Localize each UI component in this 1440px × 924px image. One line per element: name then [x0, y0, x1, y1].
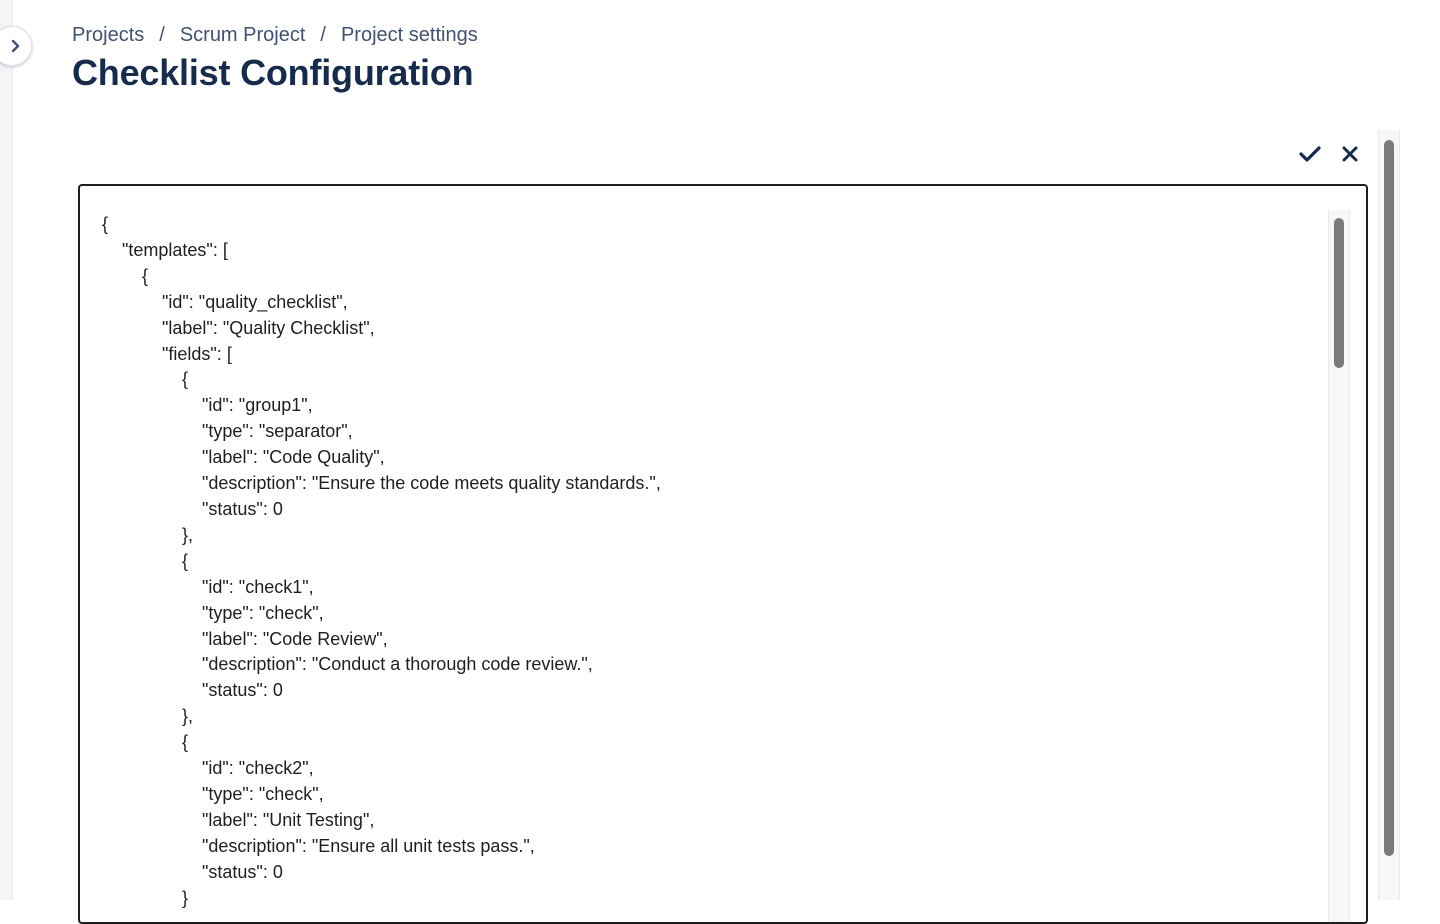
code-line: "description": "Ensure all unit tests pa… [102, 835, 535, 856]
code-line: "label": "Quality Checklist", [102, 317, 375, 338]
code-line: "fields": [ [102, 343, 232, 364]
code-line: "id": "group1", [102, 395, 313, 416]
editor-scrollbar-thumb[interactable] [1334, 218, 1344, 368]
code-line: "label": "Unit Testing", [102, 809, 375, 830]
breadcrumb-project-settings[interactable]: Project settings [341, 24, 478, 47]
code-line: "status": 0 [102, 861, 283, 882]
code-line: { [102, 732, 189, 753]
code-line: "status": 0 [102, 498, 283, 519]
code-line: "description": "Conduct a thorough code … [102, 654, 593, 675]
breadcrumb-separator: / [320, 23, 326, 46]
code-line: }, [102, 706, 194, 727]
page-scrollbar[interactable] [1378, 130, 1400, 900]
confirm-button[interactable] [1296, 140, 1324, 168]
breadcrumb-separator: / [159, 23, 165, 46]
code-line: "id": "check2", [102, 758, 314, 779]
breadcrumb-projects[interactable]: Projects [72, 24, 144, 47]
sidebar-rail [0, 0, 13, 900]
code-line: "label": "Code Quality", [102, 447, 385, 468]
breadcrumb-scrum-project[interactable]: Scrum Project [180, 24, 306, 47]
code-line: "label": "Code Review", [102, 628, 388, 649]
code-line: { [102, 265, 149, 286]
code-line: { [102, 550, 189, 571]
sidebar-expand-button[interactable] [0, 26, 32, 66]
code-line: { [102, 369, 189, 390]
cancel-button[interactable] [1336, 140, 1364, 168]
code-line: "templates": [ [102, 239, 228, 260]
page-title: Checklist Configuration [72, 52, 474, 93]
editor-actions [1296, 140, 1364, 168]
code-line: "type": "separator", [102, 421, 353, 442]
breadcrumb: Projects / Scrum Project / Project setti… [72, 20, 478, 50]
json-code-content[interactable]: { "templates": [ { "id": "quality_checkl… [102, 212, 661, 911]
editor-scrollbar[interactable] [1328, 210, 1350, 922]
code-line: } [102, 887, 189, 908]
check-icon [1299, 146, 1321, 162]
close-icon [1342, 146, 1358, 162]
code-line: }, [102, 524, 194, 545]
code-line: "type": "check", [102, 783, 324, 804]
json-config-editor[interactable]: { "templates": [ { "id": "quality_checkl… [78, 184, 1368, 924]
chevron-right-icon [11, 39, 20, 53]
code-line: "type": "check", [102, 602, 324, 623]
code-line: "id": "check1", [102, 576, 314, 597]
page-scrollbar-thumb[interactable] [1384, 140, 1394, 856]
code-line: "status": 0 [102, 680, 283, 701]
code-line: "description": "Ensure the code meets qu… [102, 473, 661, 494]
code-line: "id": "quality_checklist", [102, 291, 348, 312]
code-line: { [102, 214, 109, 234]
